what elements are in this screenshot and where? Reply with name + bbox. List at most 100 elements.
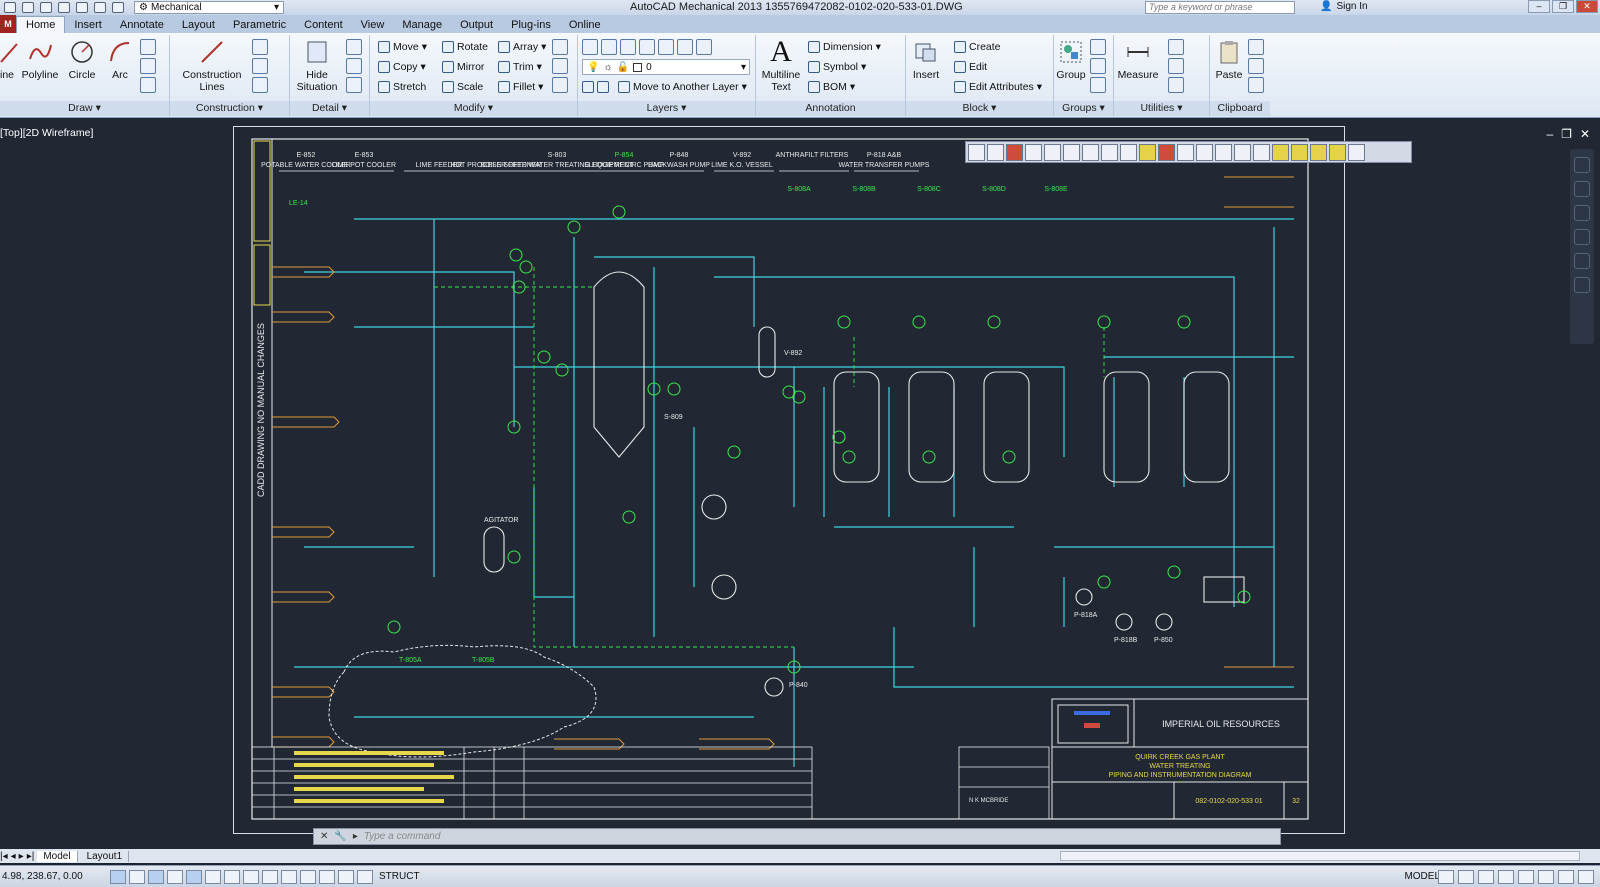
create-block-button[interactable]: Create bbox=[954, 39, 1001, 54]
text-style-icon[interactable] bbox=[1158, 143, 1175, 161]
insert-block-button[interactable]: Insert bbox=[908, 37, 944, 81]
cut-icon[interactable] bbox=[1248, 39, 1264, 55]
block-panel-title[interactable]: Block ▾ bbox=[906, 101, 1053, 116]
application-menu-button[interactable]: M bbox=[0, 15, 16, 33]
erase-icon[interactable] bbox=[552, 39, 568, 55]
mirror-button[interactable]: Mirror bbox=[442, 59, 484, 74]
selection-cycling-toggle[interactable] bbox=[357, 869, 373, 884]
save-as-icon[interactable] bbox=[58, 2, 70, 13]
layer-walk-icon[interactable] bbox=[696, 39, 712, 55]
annotation-panel-title[interactable]: Annotation bbox=[756, 101, 905, 116]
workspace-switch-icon[interactable] bbox=[1498, 869, 1514, 884]
draw-panel-title[interactable]: Draw ▾ bbox=[0, 101, 169, 116]
highlight-icon[interactable] bbox=[1310, 143, 1327, 161]
polar-toggle[interactable] bbox=[186, 869, 202, 884]
struct-toggle[interactable]: STRUCT bbox=[379, 871, 420, 882]
detail-panel-title[interactable]: Detail ▾ bbox=[290, 101, 369, 116]
move-button[interactable]: Move ▾ bbox=[378, 39, 427, 54]
bom-button[interactable]: BOM ▾ bbox=[808, 79, 855, 94]
line-weight-icon[interactable] bbox=[1006, 143, 1023, 161]
construction-lines-button[interactable]: Construction Lines bbox=[178, 37, 246, 93]
rotate-button[interactable]: Rotate bbox=[442, 39, 488, 54]
quick-properties-toggle[interactable] bbox=[338, 869, 354, 884]
tab-nav-first[interactable]: |◂ bbox=[0, 851, 8, 862]
line-button[interactable]: ine bbox=[0, 37, 18, 81]
annotation-scale-icon[interactable] bbox=[1478, 869, 1494, 884]
toolbar-options-icon[interactable] bbox=[1348, 143, 1365, 161]
dyn-toggle[interactable] bbox=[281, 869, 297, 884]
layer-properties-icon[interactable] bbox=[582, 39, 598, 55]
orbit-icon[interactable] bbox=[1574, 229, 1590, 245]
construction-circle-icon[interactable] bbox=[252, 77, 268, 93]
open-icon[interactable] bbox=[22, 2, 34, 13]
pan-icon[interactable] bbox=[1574, 181, 1590, 197]
hide-situation-button[interactable]: Hide Situation bbox=[292, 37, 342, 93]
construction-panel-title[interactable]: Construction ▾ bbox=[170, 101, 289, 116]
tab-layout[interactable]: Layout bbox=[173, 17, 224, 33]
osnap-toggle[interactable] bbox=[205, 869, 221, 884]
explode-icon[interactable] bbox=[552, 58, 568, 74]
quick-select-icon[interactable] bbox=[1168, 39, 1184, 55]
breakout-icon[interactable] bbox=[346, 77, 362, 93]
snap-tool-icon[interactable] bbox=[1196, 143, 1213, 161]
offset-icon[interactable] bbox=[552, 77, 568, 93]
layer-freeze-icon[interactable] bbox=[658, 39, 674, 55]
new-icon[interactable] bbox=[4, 2, 16, 13]
line-weight-icon[interactable] bbox=[968, 143, 985, 161]
line-weight-icon[interactable] bbox=[1025, 143, 1042, 161]
magnet-icon[interactable] bbox=[1168, 58, 1184, 74]
otrack-toggle[interactable] bbox=[243, 869, 259, 884]
line-weight-icon[interactable] bbox=[1082, 143, 1099, 161]
group-edit-icon[interactable] bbox=[1090, 58, 1106, 74]
save-icon[interactable] bbox=[40, 2, 52, 13]
line-weight-icon[interactable] bbox=[1044, 143, 1061, 161]
layer-dropdown[interactable]: 💡 ☼ 🔓 0 ▾ bbox=[582, 59, 750, 75]
3d-osnap-toggle[interactable] bbox=[224, 869, 240, 884]
groups-panel-title[interactable]: Groups ▾ bbox=[1054, 101, 1113, 116]
snap-tool-icon[interactable] bbox=[1234, 143, 1251, 161]
center-mark-icon[interactable] bbox=[252, 39, 268, 55]
plot-icon[interactable] bbox=[76, 2, 88, 13]
text-style-icon[interactable] bbox=[1120, 143, 1137, 161]
modify-panel-title[interactable]: Modify ▾ bbox=[370, 101, 577, 116]
viewport-minimize-button[interactable]: – bbox=[1546, 127, 1553, 141]
multiline-text-button[interactable]: A Multiline Text bbox=[758, 37, 804, 94]
match-properties-icon[interactable] bbox=[1248, 77, 1264, 93]
transparency-toggle[interactable] bbox=[319, 869, 335, 884]
model-space-button[interactable]: MODEL bbox=[1404, 871, 1440, 882]
minimize-button[interactable]: – bbox=[1528, 0, 1550, 13]
layer-off-icon[interactable] bbox=[639, 39, 655, 55]
tab-parametric[interactable]: Parametric bbox=[224, 17, 295, 33]
snap-tool-icon[interactable] bbox=[1253, 143, 1270, 161]
group-button[interactable]: Group bbox=[1056, 37, 1086, 81]
tab-plugins[interactable]: Plug-ins bbox=[502, 17, 560, 33]
tab-content[interactable]: Content bbox=[295, 17, 352, 33]
drawing-viewport[interactable]: [Top][2D Wireframe] – ❐ ✕ CADD DRAWING N… bbox=[0, 119, 1600, 849]
hardware-accel-icon[interactable] bbox=[1538, 869, 1554, 884]
layer-state-icon[interactable] bbox=[601, 39, 617, 55]
lock-ui-icon[interactable] bbox=[1518, 869, 1534, 884]
utilities-panel-title[interactable]: Utilities ▾ bbox=[1114, 101, 1209, 116]
command-line[interactable]: ✕ 🔧 ▸ Type a command bbox=[313, 828, 1281, 845]
highlight-icon[interactable] bbox=[1272, 143, 1289, 161]
layers-panel-title[interactable]: Layers ▾ bbox=[578, 101, 755, 116]
hatch-icon[interactable] bbox=[140, 77, 156, 93]
tab-layout1[interactable]: Layout1 bbox=[81, 850, 130, 862]
command-input[interactable]: Type a command bbox=[364, 831, 441, 842]
dimension-button[interactable]: Dimension ▾ bbox=[808, 39, 881, 54]
highlight-icon[interactable] bbox=[1291, 143, 1308, 161]
infer-constraints-toggle[interactable] bbox=[110, 869, 126, 884]
line-tool-icon[interactable] bbox=[140, 39, 156, 55]
undo-icon[interactable] bbox=[94, 2, 106, 13]
quick-view-layouts-icon[interactable] bbox=[1438, 869, 1454, 884]
array-button[interactable]: Array ▾ bbox=[498, 39, 546, 54]
close-icon[interactable]: ✕ bbox=[320, 831, 328, 842]
horizontal-scrollbar[interactable] bbox=[1060, 851, 1580, 861]
showmotion-icon[interactable] bbox=[1574, 253, 1590, 269]
tab-model[interactable]: Model bbox=[37, 850, 78, 862]
section-icon[interactable] bbox=[346, 58, 362, 74]
edit-attributes-button[interactable]: Edit Attributes ▾ bbox=[954, 79, 1042, 94]
tab-nav-prev[interactable]: ◂ bbox=[11, 851, 16, 862]
paste-button[interactable]: Paste bbox=[1212, 37, 1246, 81]
trim-button[interactable]: Trim ▾ bbox=[498, 59, 542, 74]
